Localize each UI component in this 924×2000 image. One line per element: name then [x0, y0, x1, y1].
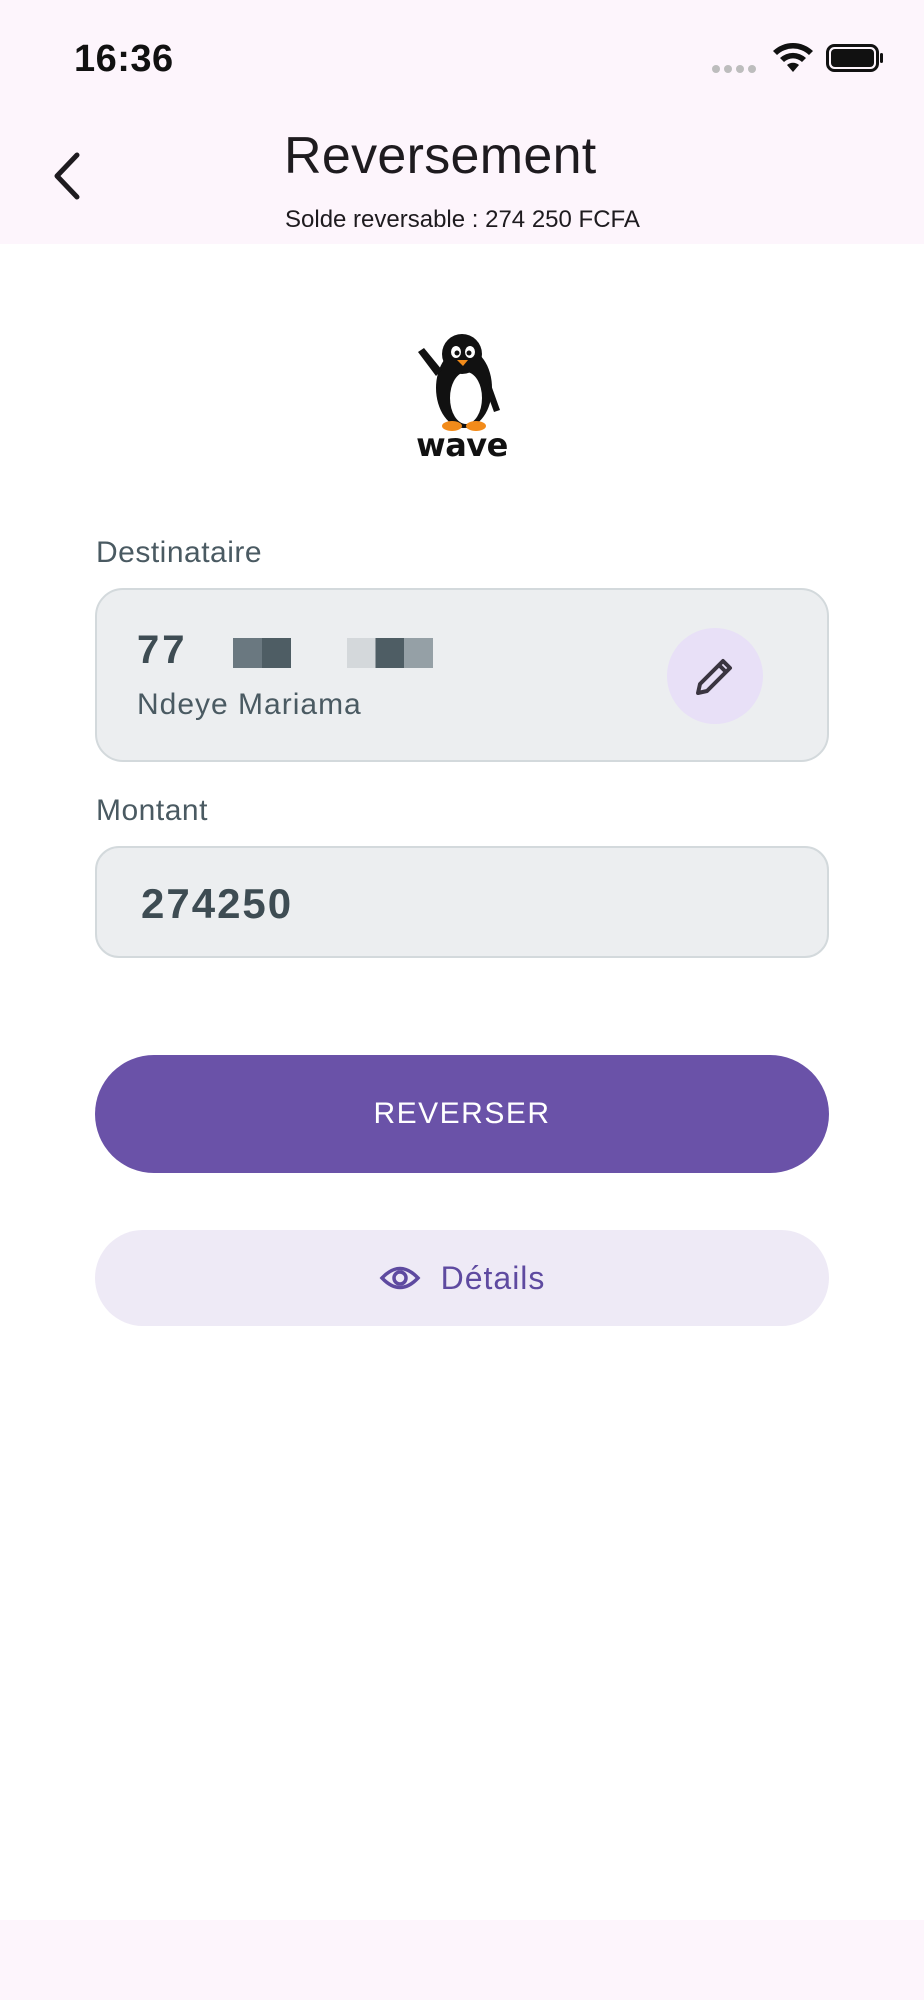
logo-text: wave — [416, 426, 508, 464]
chevron-left-icon — [54, 152, 80, 200]
page-title: Reversement — [284, 127, 597, 185]
eye-icon — [379, 1266, 421, 1290]
signal-icon — [712, 65, 756, 73]
masked-phone-part-1 — [233, 638, 291, 668]
battery-icon — [826, 44, 883, 72]
recipient-name: Ndeye Mariama — [137, 688, 362, 721]
recipient-label: Destinataire — [96, 536, 263, 569]
header-bar: 16:36 Reversement Solde reversable : 274… — [0, 0, 924, 244]
penguin-icon — [418, 334, 500, 431]
bottom-safe-area — [0, 1920, 924, 2000]
reverser-button[interactable]: REVERSER — [95, 1055, 829, 1173]
wave-logo: wave — [412, 332, 512, 464]
amount-input[interactable]: 274250 — [95, 846, 829, 958]
reverser-button-label: REVERSER — [373, 1097, 551, 1130]
status-time: 16:36 — [74, 38, 174, 80]
amount-label: Montant — [96, 794, 208, 827]
amount-value: 274250 — [141, 880, 294, 927]
details-button-label: Détails — [440, 1259, 546, 1296]
back-button[interactable] — [40, 144, 92, 208]
recipient-phone: 77 — [137, 628, 188, 672]
recipient-field[interactable]: 77 Ndeye Mariama — [95, 588, 829, 762]
wifi-icon — [773, 43, 813, 72]
details-button[interactable]: Détails — [95, 1230, 829, 1326]
edit-recipient-button[interactable] — [667, 628, 763, 724]
masked-phone-part-2 — [347, 638, 433, 668]
balance-subtitle: Solde reversable : 274 250 FCFA — [285, 206, 640, 233]
pencil-icon — [696, 659, 732, 695]
